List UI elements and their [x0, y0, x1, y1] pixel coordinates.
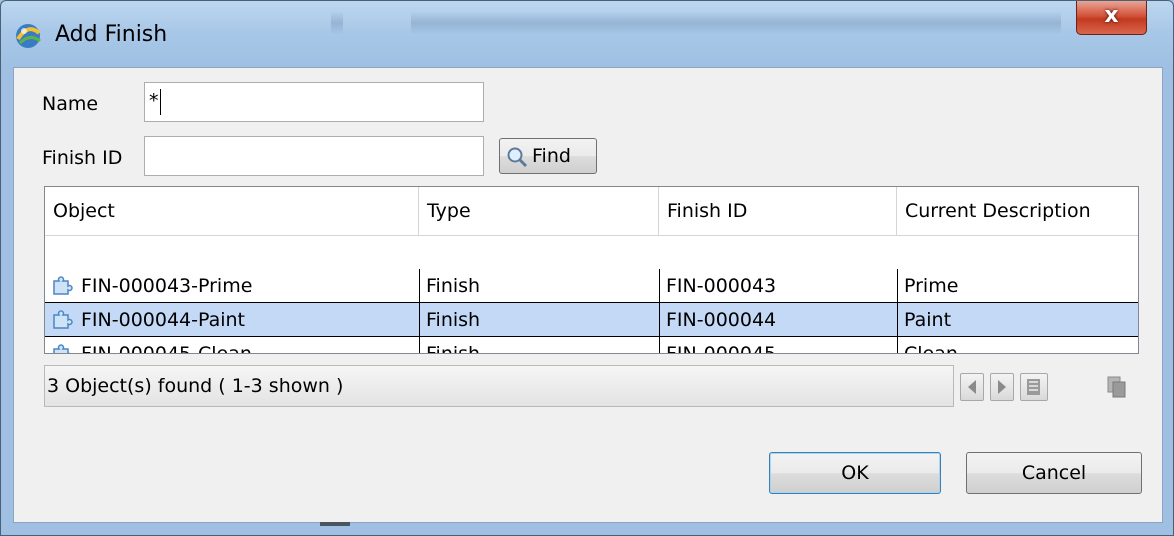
- results-table: Object Type Finish ID Current Descriptio…: [44, 186, 1139, 354]
- cell-finish-id: FIN-000045: [660, 337, 898, 353]
- status-bar: 3 Object(s) found ( 1-3 shown ): [44, 365, 954, 407]
- copy-icon: [1107, 376, 1126, 398]
- puzzle-piece-icon: [53, 276, 73, 295]
- table-row-selected[interactable]: FIN-000044-Paint Finish FIN-000044 Paint: [45, 303, 1138, 337]
- find-button[interactable]: Find: [499, 138, 597, 174]
- name-input[interactable]: *: [144, 82, 484, 122]
- cell-object: FIN-000045-Clean: [45, 337, 420, 354]
- background-window-blur: [331, 11, 343, 35]
- cell-type: Finish: [420, 337, 660, 353]
- object-name: FIN-000044-Paint: [81, 309, 246, 331]
- ok-button[interactable]: OK: [769, 452, 941, 494]
- table-row[interactable]: FIN-000045-Clean Finish FIN-000045 Clean: [45, 337, 1138, 354]
- name-label: Name: [42, 93, 99, 115]
- cell-object: FIN-000044-Paint: [45, 303, 420, 337]
- column-header-type[interactable]: Type: [419, 187, 659, 235]
- cell-finish-id: FIN-000044: [660, 303, 898, 337]
- name-input-value: *: [149, 90, 159, 112]
- cancel-button[interactable]: Cancel: [966, 452, 1142, 494]
- puzzle-piece-icon: [53, 310, 73, 329]
- magnifier-icon: [507, 147, 528, 167]
- object-name: FIN-000043-Prime: [81, 275, 253, 297]
- show-all-button[interactable]: [1020, 373, 1048, 401]
- dialog-body: Name * Finish ID Find Object Type Finish…: [13, 67, 1163, 523]
- table-header: Object Type Finish ID Current Descriptio…: [45, 187, 1138, 236]
- cell-type: Finish: [420, 269, 660, 303]
- column-header-object[interactable]: Object: [45, 187, 419, 235]
- background-window-blur: [411, 11, 1061, 35]
- find-button-label: Find: [532, 145, 571, 167]
- previous-page-button[interactable]: [960, 373, 984, 401]
- show-all-icon: [1027, 379, 1040, 395]
- cell-finish-id: FIN-000043: [660, 269, 898, 303]
- puzzle-piece-icon: [53, 344, 71, 353]
- previous-page-icon: [968, 380, 976, 394]
- table-row[interactable]: FIN-000043-Prime Finish FIN-000043 Prime: [45, 269, 1138, 303]
- app-logo-icon: [16, 24, 41, 48]
- next-page-button[interactable]: [990, 373, 1014, 401]
- results-count-text: 3 Object(s) found ( 1-3 shown ): [47, 375, 344, 397]
- taskbar-edge: [320, 522, 350, 526]
- title-bar[interactable]: Add Finish x: [1, 1, 1173, 67]
- finish-id-input[interactable]: [144, 136, 484, 176]
- object-name: FIN-000045-Clean: [81, 343, 252, 354]
- next-page-icon: [998, 380, 1006, 394]
- finish-id-label: Finish ID: [42, 147, 123, 169]
- cell-description: Clean: [898, 337, 1138, 353]
- cell-description: Paint: [898, 303, 1138, 337]
- cell-description: Prime: [898, 269, 1138, 303]
- copy-button[interactable]: [1104, 373, 1132, 401]
- close-button[interactable]: x: [1076, 1, 1147, 35]
- cell-object: FIN-000043-Prime: [45, 269, 420, 303]
- column-header-finish-id[interactable]: Finish ID: [659, 187, 897, 235]
- column-header-description[interactable]: Current Description: [897, 187, 1138, 235]
- text-caret: [159, 88, 161, 115]
- dialog-window: Add Finish x Name * Finish ID Find Objec…: [0, 0, 1174, 536]
- cell-type: Finish: [420, 303, 660, 337]
- dialog-title: Add Finish: [55, 22, 168, 47]
